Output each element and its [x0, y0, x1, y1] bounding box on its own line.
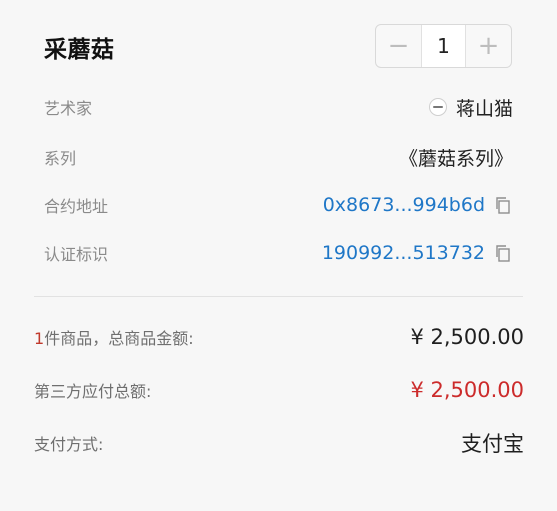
artist-value-wrap: 蒋山猫 [428, 94, 513, 121]
token-value-wrap: 190992...513732 [322, 242, 513, 264]
order-card: 采蘑菇 − 1 + 艺术家 蒋山猫 系列 《蘑菇系列》 合约地址 0x8673.… [0, 0, 557, 511]
contract-row: 合约地址 0x8673...994b6d [44, 190, 513, 220]
series-label: 系列 [44, 149, 77, 168]
token-id[interactable]: 190992...513732 [322, 242, 485, 264]
item-count: 1 [34, 329, 45, 348]
artist-name: 蒋山猫 [455, 97, 513, 120]
copy-icon[interactable] [493, 243, 513, 263]
contract-label: 合约地址 [44, 197, 109, 216]
series-value: 《蘑菇系列》 [398, 147, 513, 170]
quantity-stepper[interactable]: − 1 + [375, 24, 512, 68]
contract-address[interactable]: 0x8673...994b6d [323, 194, 485, 216]
payment-method-value[interactable]: 支付宝 [461, 428, 524, 458]
artist-avatar [428, 98, 447, 116]
quantity-value[interactable]: 1 [421, 25, 466, 67]
goods-total-text: 件商品，总商品金额: [44, 329, 194, 348]
token-row: 认证标识 190992...513732 [44, 238, 513, 268]
goods-total-amount: ¥ 2,500.00 [410, 325, 524, 349]
third-party-total-label: 第三方应付总额: [34, 382, 152, 401]
third-party-total-row: 第三方应付总额: ¥ 2,500.00 [34, 374, 524, 406]
payment-method-label: 支付方式: [34, 435, 104, 454]
artist-row: 艺术家 蒋山猫 [44, 92, 513, 122]
third-party-total-amount: ¥ 2,500.00 [410, 378, 524, 402]
payment-method-row: 支付方式: 支付宝 [34, 427, 524, 459]
product-title: 采蘑菇 [44, 37, 115, 63]
artist-label: 艺术家 [44, 99, 93, 118]
decrease-button[interactable]: − [376, 25, 421, 67]
copy-icon[interactable] [493, 195, 513, 215]
contract-value-wrap: 0x8673...994b6d [323, 194, 513, 216]
goods-total-label: 1件商品，总商品金额: [34, 325, 194, 349]
series-row: 系列 《蘑菇系列》 [44, 142, 513, 172]
goods-total-row: 1件商品，总商品金额: ¥ 2,500.00 [34, 321, 524, 353]
increase-button[interactable]: + [466, 25, 511, 67]
divider [34, 296, 523, 297]
token-label: 认证标识 [44, 245, 109, 264]
